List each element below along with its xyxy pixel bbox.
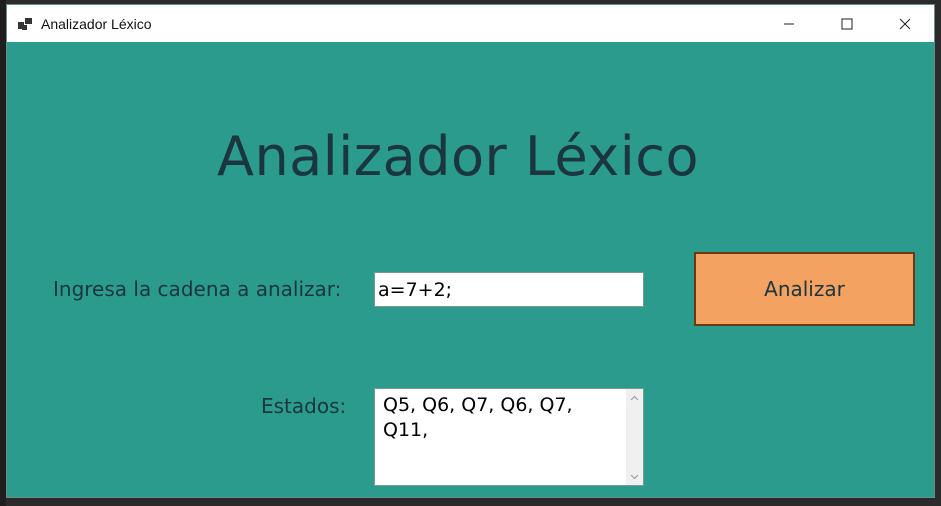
states-output: Q5, Q6, Q7, Q6, Q7, Q11, — [383, 394, 573, 441]
chevron-down-icon — [630, 474, 639, 479]
string-input[interactable] — [374, 272, 644, 307]
page-title: Analizador Léxico — [217, 125, 699, 188]
app-window-icon — [18, 16, 34, 32]
scroll-up-button[interactable] — [626, 389, 643, 406]
minimize-icon — [784, 23, 794, 24]
window-controls — [760, 5, 934, 42]
close-button[interactable] — [876, 5, 934, 42]
maximize-icon — [841, 18, 853, 29]
window-title: Analizador Léxico — [41, 15, 152, 32]
maximize-button[interactable] — [818, 5, 876, 42]
close-icon — [899, 18, 911, 29]
scroll-down-button[interactable] — [626, 468, 643, 485]
states-label: Estados: — [261, 394, 347, 418]
title-bar[interactable]: Analizador Léxico — [7, 5, 934, 42]
chevron-up-icon — [630, 395, 639, 400]
states-scrollbar[interactable] — [626, 389, 643, 485]
minimize-button[interactable] — [760, 5, 818, 42]
app-window: Analizador Léxico Analizador Léxico Ingr… — [6, 4, 935, 498]
analyze-button[interactable]: Analizar — [694, 252, 915, 326]
input-label: Ingresa la cadena a analizar: — [53, 277, 342, 301]
states-textarea[interactable]: Q5, Q6, Q7, Q6, Q7, Q11, — [374, 388, 644, 486]
